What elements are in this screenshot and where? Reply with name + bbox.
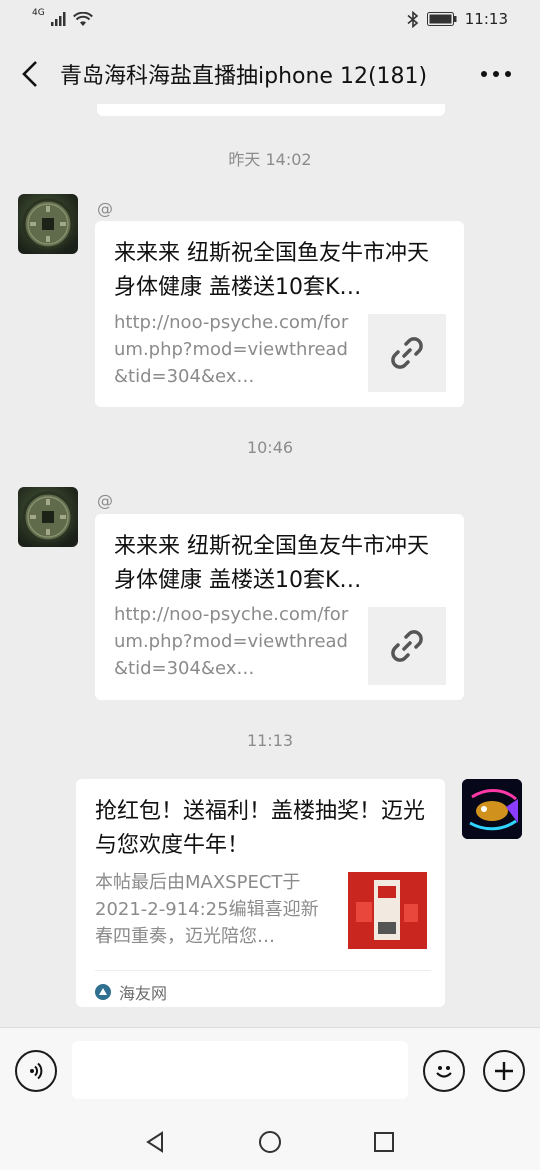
nav-home-button[interactable] bbox=[255, 1127, 285, 1157]
nav-recent-button[interactable] bbox=[369, 1127, 399, 1157]
timestamp: 昨天 14:02 bbox=[228, 150, 312, 169]
chat-title: 青岛海科海盐直播抽iphone 12(181) bbox=[60, 64, 428, 89]
more-functions-button[interactable] bbox=[483, 1050, 525, 1092]
my-avatar[interactable] bbox=[462, 779, 522, 839]
more-dots-icon bbox=[481, 71, 511, 77]
nav-home-icon bbox=[259, 1131, 281, 1153]
fish-avatar-image bbox=[462, 779, 522, 839]
link-message-card[interactable]: 来来来 纽斯祝全国鱼友牛市冲天 身体健康 盖楼送10套K… http://noo… bbox=[95, 514, 464, 700]
red-packet-image bbox=[348, 872, 427, 949]
card-source-label: 海友网 bbox=[119, 984, 168, 1003]
card-url: http://noo-psyche.com/forum.php?mod=view… bbox=[114, 312, 349, 387]
sender-name: @ bbox=[97, 199, 113, 218]
previous-message-edge bbox=[97, 104, 445, 116]
status-time: 11:13 bbox=[464, 10, 508, 28]
sender-name: @ bbox=[97, 491, 113, 510]
sender-avatar[interactable] bbox=[18, 487, 78, 547]
wifi-icon bbox=[72, 11, 93, 26]
card-url: http://noo-psyche.com/forum.php?mod=view… bbox=[114, 604, 349, 679]
sender-avatar[interactable] bbox=[18, 194, 78, 254]
card-thumbnail bbox=[368, 314, 446, 392]
voice-icon bbox=[30, 1062, 43, 1080]
signal-icon bbox=[50, 12, 66, 26]
link-message-card[interactable]: 来来来 纽斯祝全国鱼友牛市冲天 身体健康 盖楼送10套K… http://noo… bbox=[95, 221, 464, 407]
status-left: 4G bbox=[32, 8, 93, 27]
chevron-left-icon bbox=[22, 61, 37, 87]
plus-icon bbox=[495, 1062, 513, 1080]
nav-back-icon bbox=[146, 1131, 163, 1153]
card-title: 抢红包！送福利！盖楼抽奖！迈光与您欢度牛年！ bbox=[95, 799, 426, 858]
card-title: 来来来 纽斯祝全国鱼友牛市冲天 身体健康 盖楼送10套K… bbox=[114, 241, 429, 300]
link-icon bbox=[391, 337, 423, 369]
coin-avatar-image bbox=[22, 198, 74, 250]
more-button[interactable] bbox=[476, 58, 516, 90]
card-source: 海友网 bbox=[95, 980, 167, 1004]
emoji-button[interactable] bbox=[423, 1050, 465, 1092]
status-right: 11:13 bbox=[407, 10, 508, 28]
source-logo-icon bbox=[95, 984, 111, 1000]
system-nav-bar bbox=[0, 1113, 540, 1170]
card-thumbnail bbox=[368, 607, 446, 685]
back-button[interactable] bbox=[0, 38, 60, 110]
battery-icon bbox=[426, 12, 457, 26]
message-input[interactable] bbox=[72, 1041, 408, 1099]
chat-header: 青岛海科海盐直播抽iphone 12(181) bbox=[0, 38, 540, 110]
timestamp: 11:13 bbox=[246, 731, 294, 750]
emoji-icon bbox=[436, 1066, 452, 1078]
timestamp: 10:46 bbox=[246, 438, 294, 457]
nav-back-button[interactable] bbox=[140, 1127, 170, 1157]
coin-avatar-image bbox=[22, 491, 74, 543]
status-bar: 4G 11:13 bbox=[0, 0, 540, 38]
input-bar bbox=[0, 1027, 540, 1113]
nav-recent-icon bbox=[374, 1132, 394, 1152]
link-icon bbox=[391, 630, 423, 662]
card-description: 本帖最后由MAXSPECT于2021-2-914:25编辑喜迎新春四重奏，迈光陪… bbox=[95, 872, 319, 947]
card-divider bbox=[95, 970, 431, 971]
network-type: 4G bbox=[32, 8, 45, 18]
link-message-card[interactable]: 抢红包！送福利！盖楼抽奖！迈光与您欢度牛年！ 本帖最后由MAXSPECT于202… bbox=[76, 779, 445, 1007]
card-thumbnail bbox=[348, 872, 427, 949]
bluetooth-icon bbox=[407, 10, 418, 28]
card-title: 来来来 纽斯祝全国鱼友牛市冲天 身体健康 盖楼送10套K… bbox=[114, 534, 429, 593]
voice-button[interactable] bbox=[15, 1050, 57, 1092]
